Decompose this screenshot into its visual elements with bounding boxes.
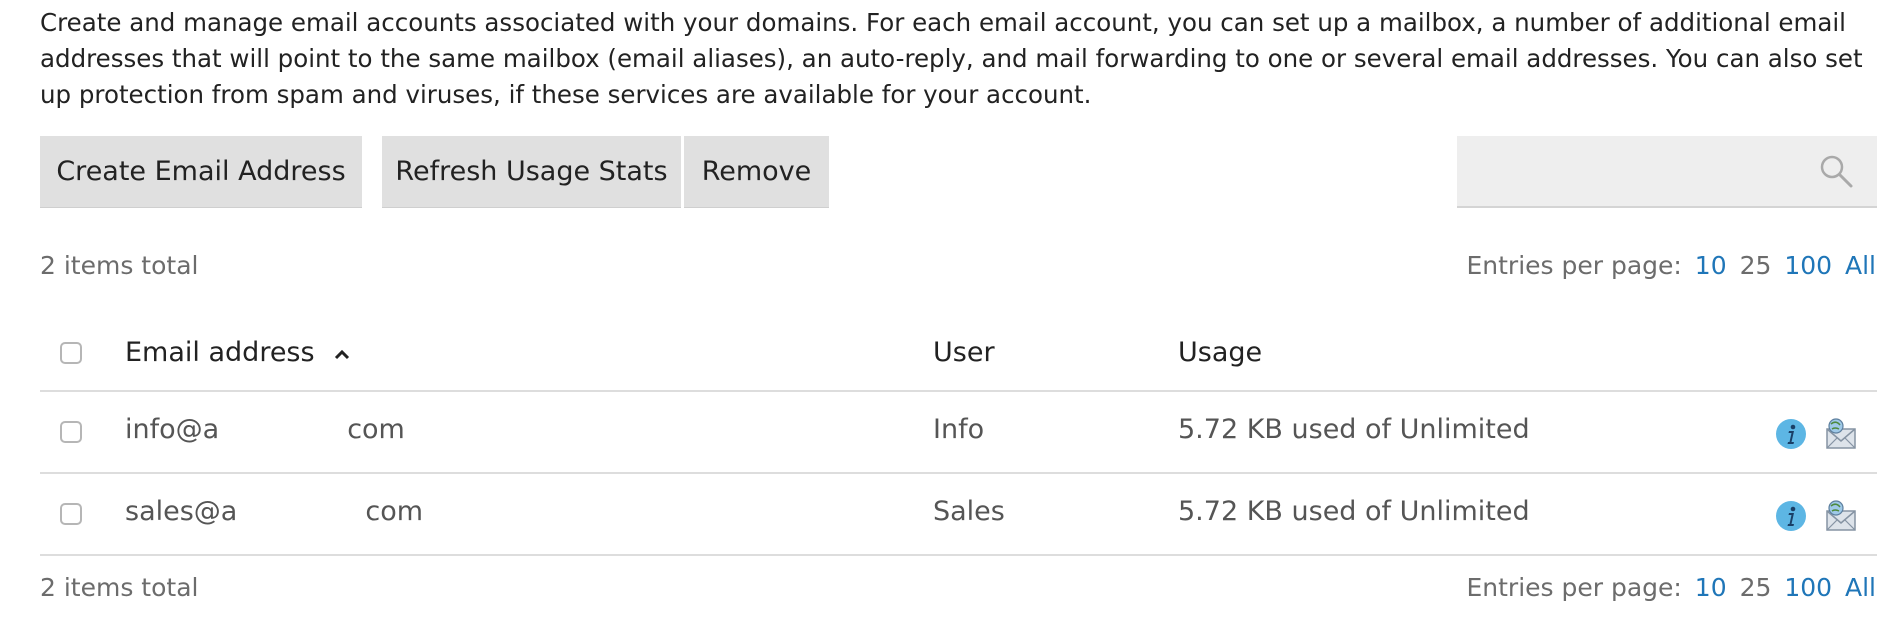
email-address-start: sales@a — [125, 496, 238, 527]
items-total-top: 2 items total — [40, 251, 199, 280]
entries-option-10[interactable]: 10 — [1695, 573, 1727, 602]
info-icon[interactable] — [1775, 500, 1807, 532]
usage-cell: 5.72 KB used of Unlimited — [1178, 496, 1530, 527]
entries-option-all[interactable]: All — [1845, 251, 1876, 280]
user-cell: Info — [933, 414, 985, 445]
mail-forward-icon[interactable] — [1823, 416, 1859, 452]
entries-per-page-label: Entries per page: — [1466, 251, 1682, 280]
row-checkbox[interactable] — [60, 503, 82, 525]
email-address-start: info@a — [125, 414, 220, 445]
entries-option-100[interactable]: 100 — [1784, 251, 1832, 280]
column-header-user: User — [933, 337, 995, 368]
mail-forward-icon[interactable] — [1823, 498, 1859, 534]
user-cell: Sales — [933, 496, 1005, 527]
row-checkbox[interactable] — [60, 421, 82, 443]
search-icon[interactable] — [1817, 152, 1855, 190]
email-accounts-page: Create and manage email accounts associa… — [0, 0, 1900, 639]
chevron-up-icon — [335, 349, 350, 359]
intro-description: Create and manage email accounts associa… — [40, 8, 1863, 109]
usage-cell: 5.72 KB used of Unlimited — [1178, 414, 1530, 445]
entries-per-page-top: Entries per page: 10 25 100 All — [1466, 251, 1876, 280]
email-address-end: com — [347, 414, 405, 445]
redacted-region — [219, 415, 348, 446]
items-total-bottom: 2 items total — [40, 573, 199, 602]
create-email-address-button[interactable]: Create Email Address — [40, 136, 362, 208]
remove-button[interactable]: Remove — [684, 136, 829, 208]
search-box — [1457, 136, 1877, 208]
column-header-email[interactable]: Email address — [125, 337, 351, 368]
email-address-end: com — [365, 496, 424, 527]
refresh-usage-stats-button[interactable]: Refresh Usage Stats — [382, 136, 681, 208]
email-accounts-table: Email address User Usage info@a com Info … — [40, 316, 1877, 556]
table-header-row: Email address User Usage — [40, 316, 1877, 392]
email-address-link[interactable]: info@a com — [125, 414, 405, 446]
email-address-link[interactable]: sales@a com — [125, 496, 423, 528]
entries-option-10[interactable]: 10 — [1695, 251, 1727, 280]
select-all-checkbox[interactable] — [60, 342, 82, 364]
info-icon[interactable] — [1775, 418, 1807, 450]
table-row: sales@a com Sales 5.72 KB used of Unlimit… — [40, 474, 1877, 556]
entries-option-25: 25 — [1739, 251, 1772, 280]
entries-per-page-bottom: Entries per page: 10 25 100 All — [1466, 573, 1876, 602]
entries-option-all[interactable]: All — [1845, 573, 1876, 602]
entries-per-page-label: Entries per page: — [1466, 573, 1682, 602]
entries-option-25: 25 — [1739, 573, 1772, 602]
column-header-email-label: Email address — [125, 337, 315, 368]
search-input[interactable] — [1457, 136, 1849, 206]
table-row: info@a com Info 5.72 KB used of Unlimited — [40, 392, 1877, 474]
column-header-usage: Usage — [1178, 337, 1263, 368]
entries-option-100[interactable]: 100 — [1784, 573, 1832, 602]
redacted-region — [237, 497, 366, 528]
